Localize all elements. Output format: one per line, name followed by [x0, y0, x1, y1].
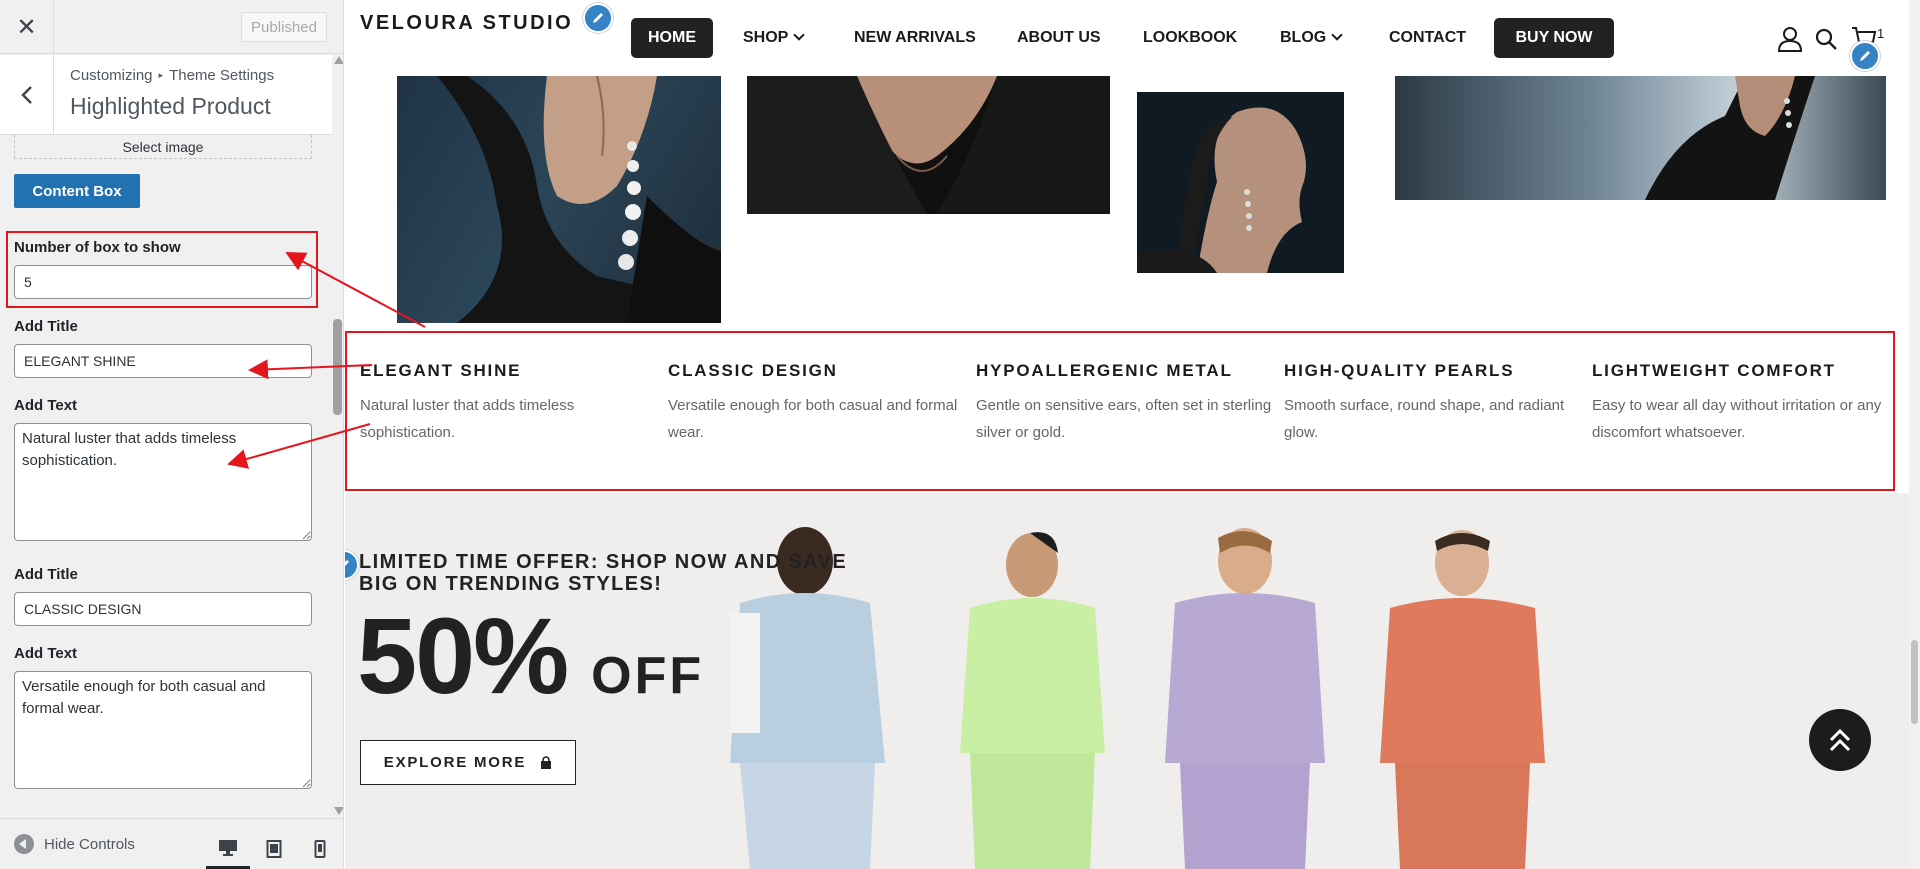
feature-text: Gentle on sensitive ears, often set in s… — [976, 397, 1272, 441]
site-preview: VELOURA STUDIO HOME SHOP NEW ARRIVALS AB… — [345, 0, 1920, 869]
back-button[interactable] — [0, 55, 54, 135]
cart-count: 1 — [1877, 26, 1885, 41]
discount-off-label: OFF — [591, 647, 705, 705]
controls-panel: Select image Content Box Number of box t… — [0, 135, 332, 818]
select-image-button[interactable]: Select image — [14, 135, 312, 159]
product-photo-4 — [1395, 76, 1886, 200]
content-box-button[interactable]: Content Box — [14, 174, 140, 208]
section-title: Highlighted Product — [70, 93, 271, 119]
edit-banner-button[interactable] — [345, 550, 359, 580]
feature-text: Natural luster that adds timeless sophis… — [360, 397, 575, 441]
discount-heading: 50% OFF — [357, 593, 704, 718]
feature-text: Easy to wear all day without irritation … — [1592, 397, 1882, 441]
nav-shop[interactable]: SHOP — [743, 29, 806, 47]
feature-title: LIGHTWEIGHT COMFORT — [1592, 361, 1836, 380]
chevron-down-icon — [793, 29, 806, 41]
offer-heading: LIMITED TIME OFFER: SHOP NOW AND SAVE BI… — [359, 551, 848, 595]
user-icon[interactable] — [1777, 26, 1803, 52]
feature-title: HYPOALLERGENIC METAL — [976, 361, 1233, 380]
pencil-icon — [345, 560, 349, 566]
text2-textarea[interactable]: Versatile enough for both casual and for… — [14, 671, 312, 789]
preview-scrollbar-thumb[interactable] — [1911, 640, 1918, 724]
nav-blog-label: BLOG — [1280, 29, 1327, 46]
title1-input[interactable] — [14, 344, 312, 378]
chevron-down-icon — [1331, 29, 1343, 41]
scroll-up-arrow-icon[interactable] — [334, 56, 343, 64]
feature-item: LIGHTWEIGHT COMFORT Easy to wear all day… — [1592, 361, 1892, 446]
close-customizer-button[interactable]: ✕ — [0, 0, 54, 54]
breadcrumb-theme-settings: Theme Settings — [169, 67, 275, 84]
text2-label: Add Text — [14, 645, 78, 662]
title1-label: Add Title — [14, 318, 78, 335]
explore-more-label: EXPLORE MORE — [383, 754, 527, 771]
feature-title: ELEGANT SHINE — [360, 361, 522, 380]
nav-about-us[interactable]: ABOUT US — [1017, 29, 1101, 47]
edit-header-icons-button[interactable] — [1850, 41, 1880, 71]
scroll-down-arrow-icon[interactable] — [334, 807, 343, 815]
hide-controls-button[interactable]: Hide Controls — [14, 834, 135, 854]
close-icon: ✕ — [16, 13, 37, 41]
text1-textarea[interactable]: Natural luster that adds timeless sophis… — [14, 423, 312, 541]
published-button[interactable]: Published — [241, 12, 327, 42]
breadcrumb-separator-icon: ▸ — [158, 70, 164, 80]
site-header: VELOURA STUDIO HOME SHOP NEW ARRIVALS AB… — [345, 0, 1920, 76]
mobile-icon — [314, 840, 326, 858]
customizer-sidebar: ✕ Published Customizing ▸ Theme Settings H… — [0, 0, 344, 869]
nav-contact[interactable]: CONTACT — [1389, 29, 1466, 47]
section-header: Customizing ▸ Theme Settings Highlighted P… — [0, 55, 332, 135]
feature-item: HYPOALLERGENIC METAL Gentle on sensitive… — [976, 361, 1276, 446]
product-photo-2 — [747, 76, 1110, 214]
pencil-icon — [1860, 51, 1870, 61]
hide-controls-label: Hide Controls — [44, 835, 135, 853]
edit-logo-button[interactable] — [583, 3, 613, 33]
sale-banner: LIMITED TIME OFFER: SHOP NOW AND SAVE BI… — [345, 493, 1920, 869]
nav-new-arrivals[interactable]: NEW ARRIVALS — [854, 29, 976, 47]
nav-shop-label: SHOP — [743, 29, 789, 46]
discount-percent: 50% — [357, 595, 569, 716]
customizer-header: ✕ Published — [0, 0, 343, 54]
nav-blog[interactable]: BLOG — [1280, 29, 1343, 47]
site-logo[interactable]: VELOURA STUDIO — [360, 12, 573, 35]
title2-input[interactable] — [14, 592, 312, 626]
box-count-input[interactable] — [14, 265, 312, 299]
product-photo-3 — [1137, 92, 1344, 273]
feature-title: CLASSIC DESIGN — [668, 361, 838, 380]
breadcrumb: Customizing ▸ Theme Settings — [70, 67, 274, 84]
sidebar-scrollbar[interactable] — [332, 54, 343, 818]
preview-desktop-button[interactable] — [206, 829, 250, 869]
highlighted-features: ELEGANT SHINE Natural luster that adds t… — [345, 331, 1895, 491]
preview-tablet-button[interactable] — [252, 829, 296, 869]
title2-label: Add Title — [14, 566, 78, 583]
customizer-footer: Hide Controls — [0, 818, 343, 869]
preview-mobile-button[interactable] — [298, 829, 342, 869]
preview-scrollbar[interactable] — [1909, 0, 1920, 869]
breadcrumb-customizing: Customizing — [70, 67, 153, 84]
feature-item: CLASSIC DESIGN Versatile enough for both… — [668, 361, 968, 446]
shopping-bag-icon — [541, 755, 552, 769]
chevron-left-icon — [20, 86, 32, 104]
scroll-to-top-button[interactable] — [1809, 709, 1871, 771]
desktop-icon — [219, 839, 237, 856]
feature-text: Versatile enough for both casual and for… — [668, 397, 958, 441]
feature-text: Smooth surface, round shape, and radiant… — [1284, 397, 1565, 441]
nav-lookbook[interactable]: LOOKBOOK — [1143, 29, 1237, 47]
feature-title: HIGH-QUALITY PEARLS — [1284, 361, 1515, 380]
explore-more-button[interactable]: EXPLORE MORE — [360, 740, 576, 785]
buy-now-button[interactable]: BUY NOW — [1494, 18, 1614, 58]
product-photo-1 — [397, 76, 721, 323]
double-chevron-up-icon — [1829, 728, 1851, 752]
box-count-label: Number of box to show — [14, 239, 181, 256]
pencil-icon — [593, 13, 603, 23]
text1-label: Add Text — [14, 397, 78, 414]
sidebar-scrollbar-thumb[interactable] — [333, 319, 342, 415]
feature-item: ELEGANT SHINE Natural luster that adds t… — [360, 361, 660, 446]
tablet-icon — [266, 840, 282, 858]
search-icon[interactable] — [1815, 28, 1837, 50]
feature-item: HIGH-QUALITY PEARLS Smooth surface, roun… — [1284, 361, 1584, 446]
collapse-icon — [14, 834, 34, 854]
nav-home[interactable]: HOME — [631, 18, 713, 58]
